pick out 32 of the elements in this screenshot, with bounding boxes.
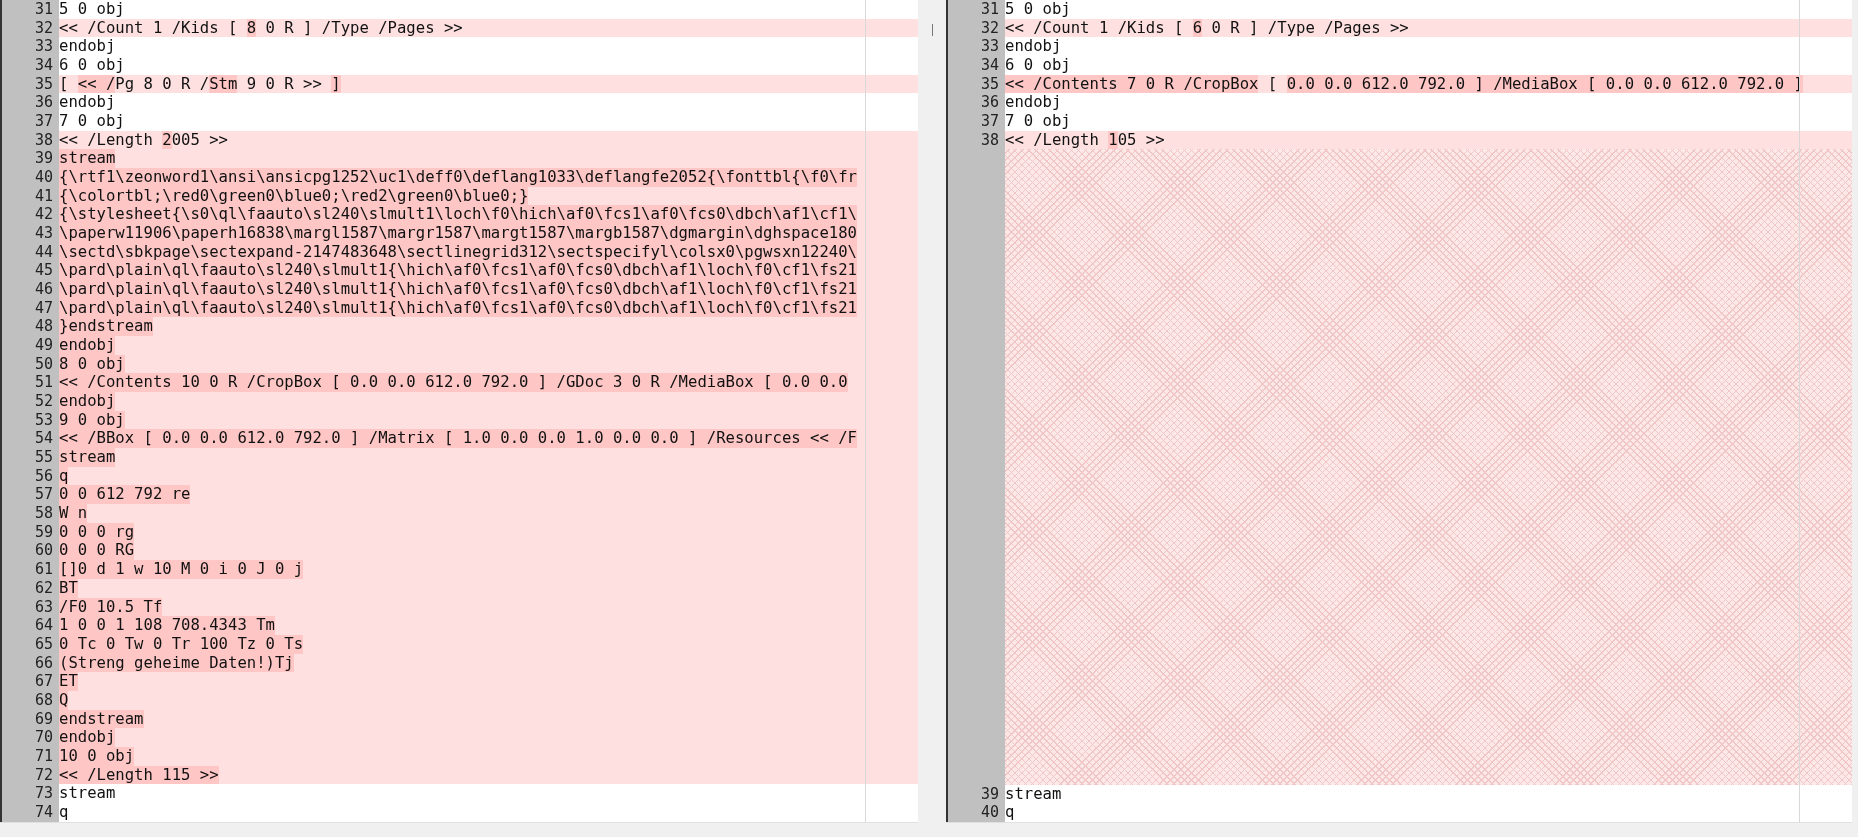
line-number: 61 — [2, 560, 59, 579]
line-number: 60 — [2, 541, 59, 561]
line-number: 55 — [2, 448, 59, 467]
line-number: 57 — [2, 485, 59, 505]
line-number: 45 — [2, 261, 59, 281]
line-number: 31 — [948, 0, 1005, 19]
line-number: 46 — [2, 280, 59, 299]
line-number: 39 — [2, 149, 59, 169]
line-number: 36 — [2, 93, 59, 113]
line-number: 54 — [2, 429, 59, 449]
line-number: 40 — [948, 803, 1005, 822]
splitter-grip-icon[interactable] — [930, 24, 934, 36]
line-number: 37 — [948, 112, 1005, 131]
line-number: 49 — [2, 336, 59, 355]
line-number: 37 — [2, 112, 59, 131]
line-number: 40 — [2, 168, 59, 187]
line-number: 33 — [2, 37, 59, 56]
line-number: 48 — [2, 317, 59, 337]
line-number: 64 — [2, 616, 59, 635]
line-number: 52 — [2, 392, 59, 411]
line-number: 31 — [2, 0, 59, 19]
line-number: 36 — [948, 93, 1005, 113]
line-number: 34 — [2, 56, 59, 75]
line-number: 67 — [2, 672, 59, 691]
line-number: 58 — [2, 504, 59, 523]
line-number: 42 — [2, 205, 59, 225]
line-number: 33 — [948, 37, 1005, 56]
line-number: 43 — [2, 224, 59, 243]
line-number: 70 — [2, 728, 59, 747]
line-number: 51 — [2, 373, 59, 393]
line-number: 34 — [948, 56, 1005, 75]
line-number: 73 — [2, 784, 59, 803]
